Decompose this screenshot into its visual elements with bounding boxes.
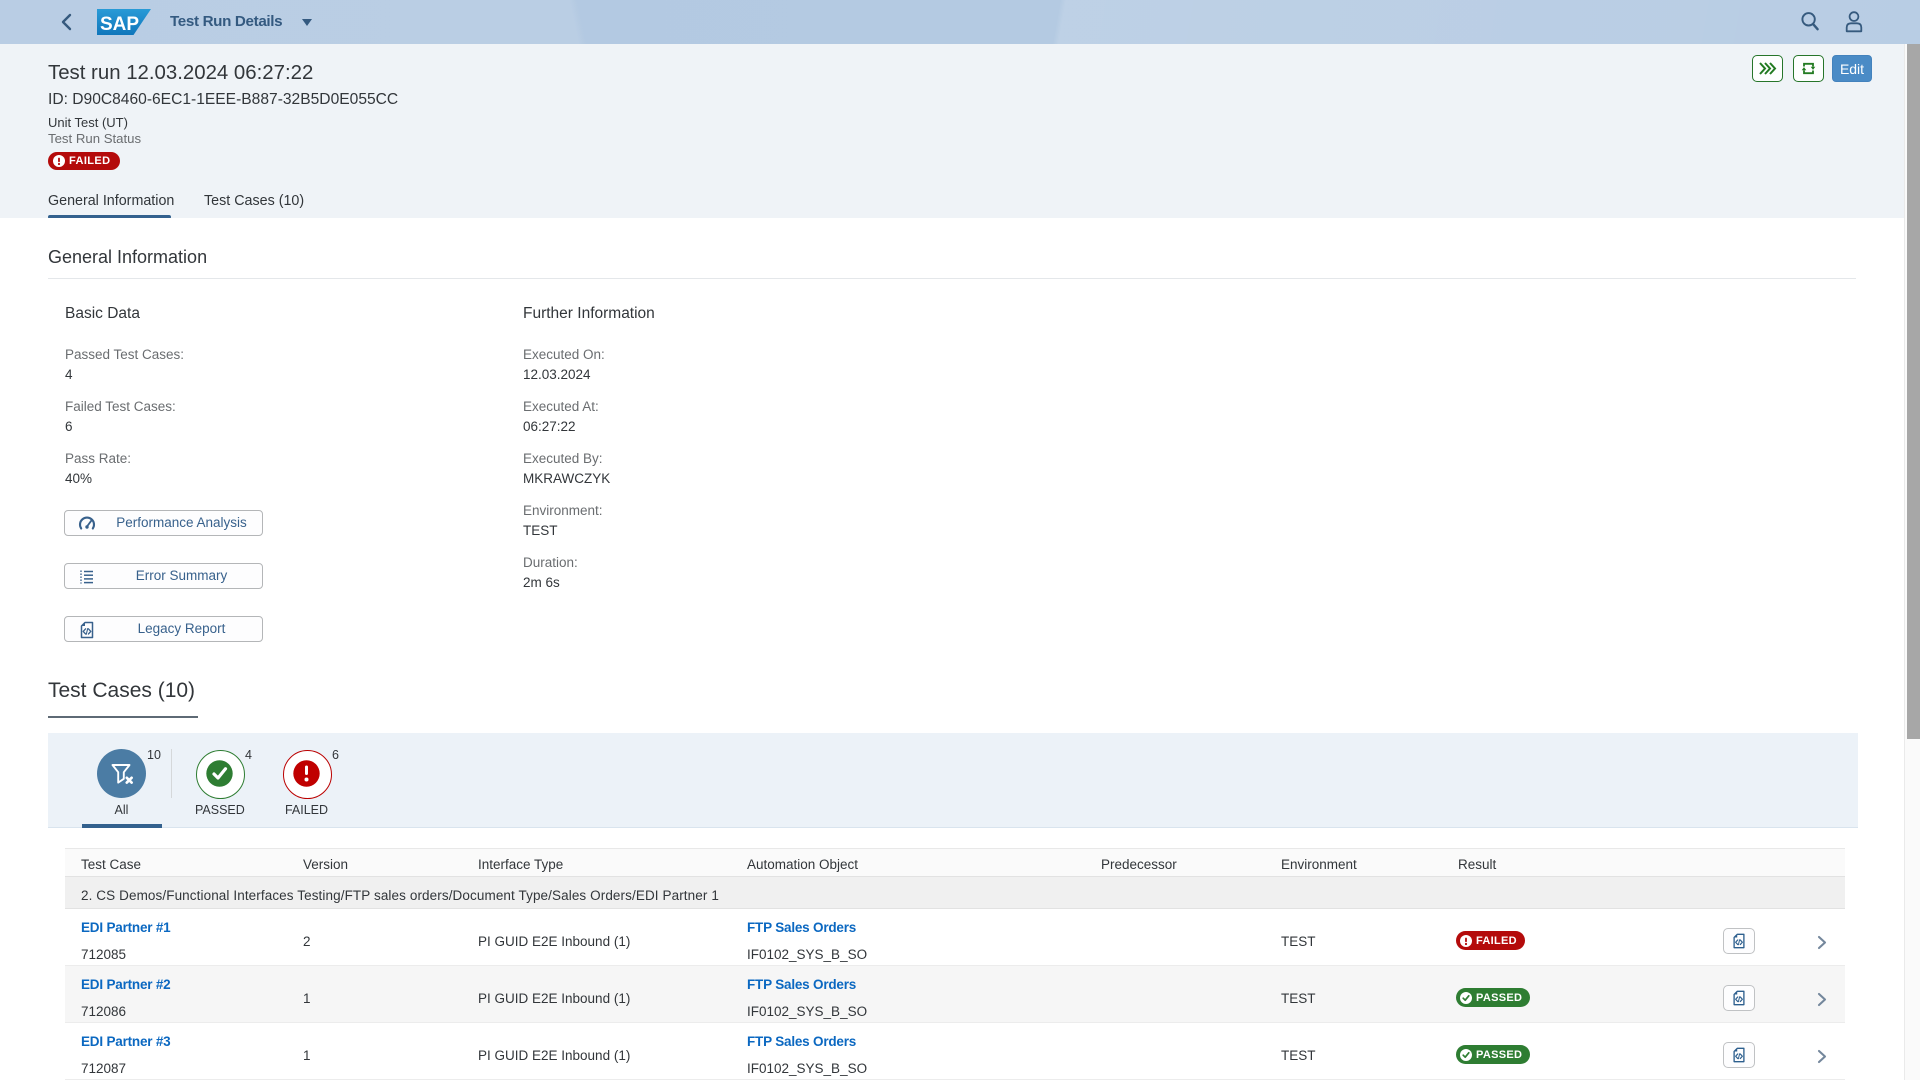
svg-text:SAP: SAP — [100, 14, 139, 35]
